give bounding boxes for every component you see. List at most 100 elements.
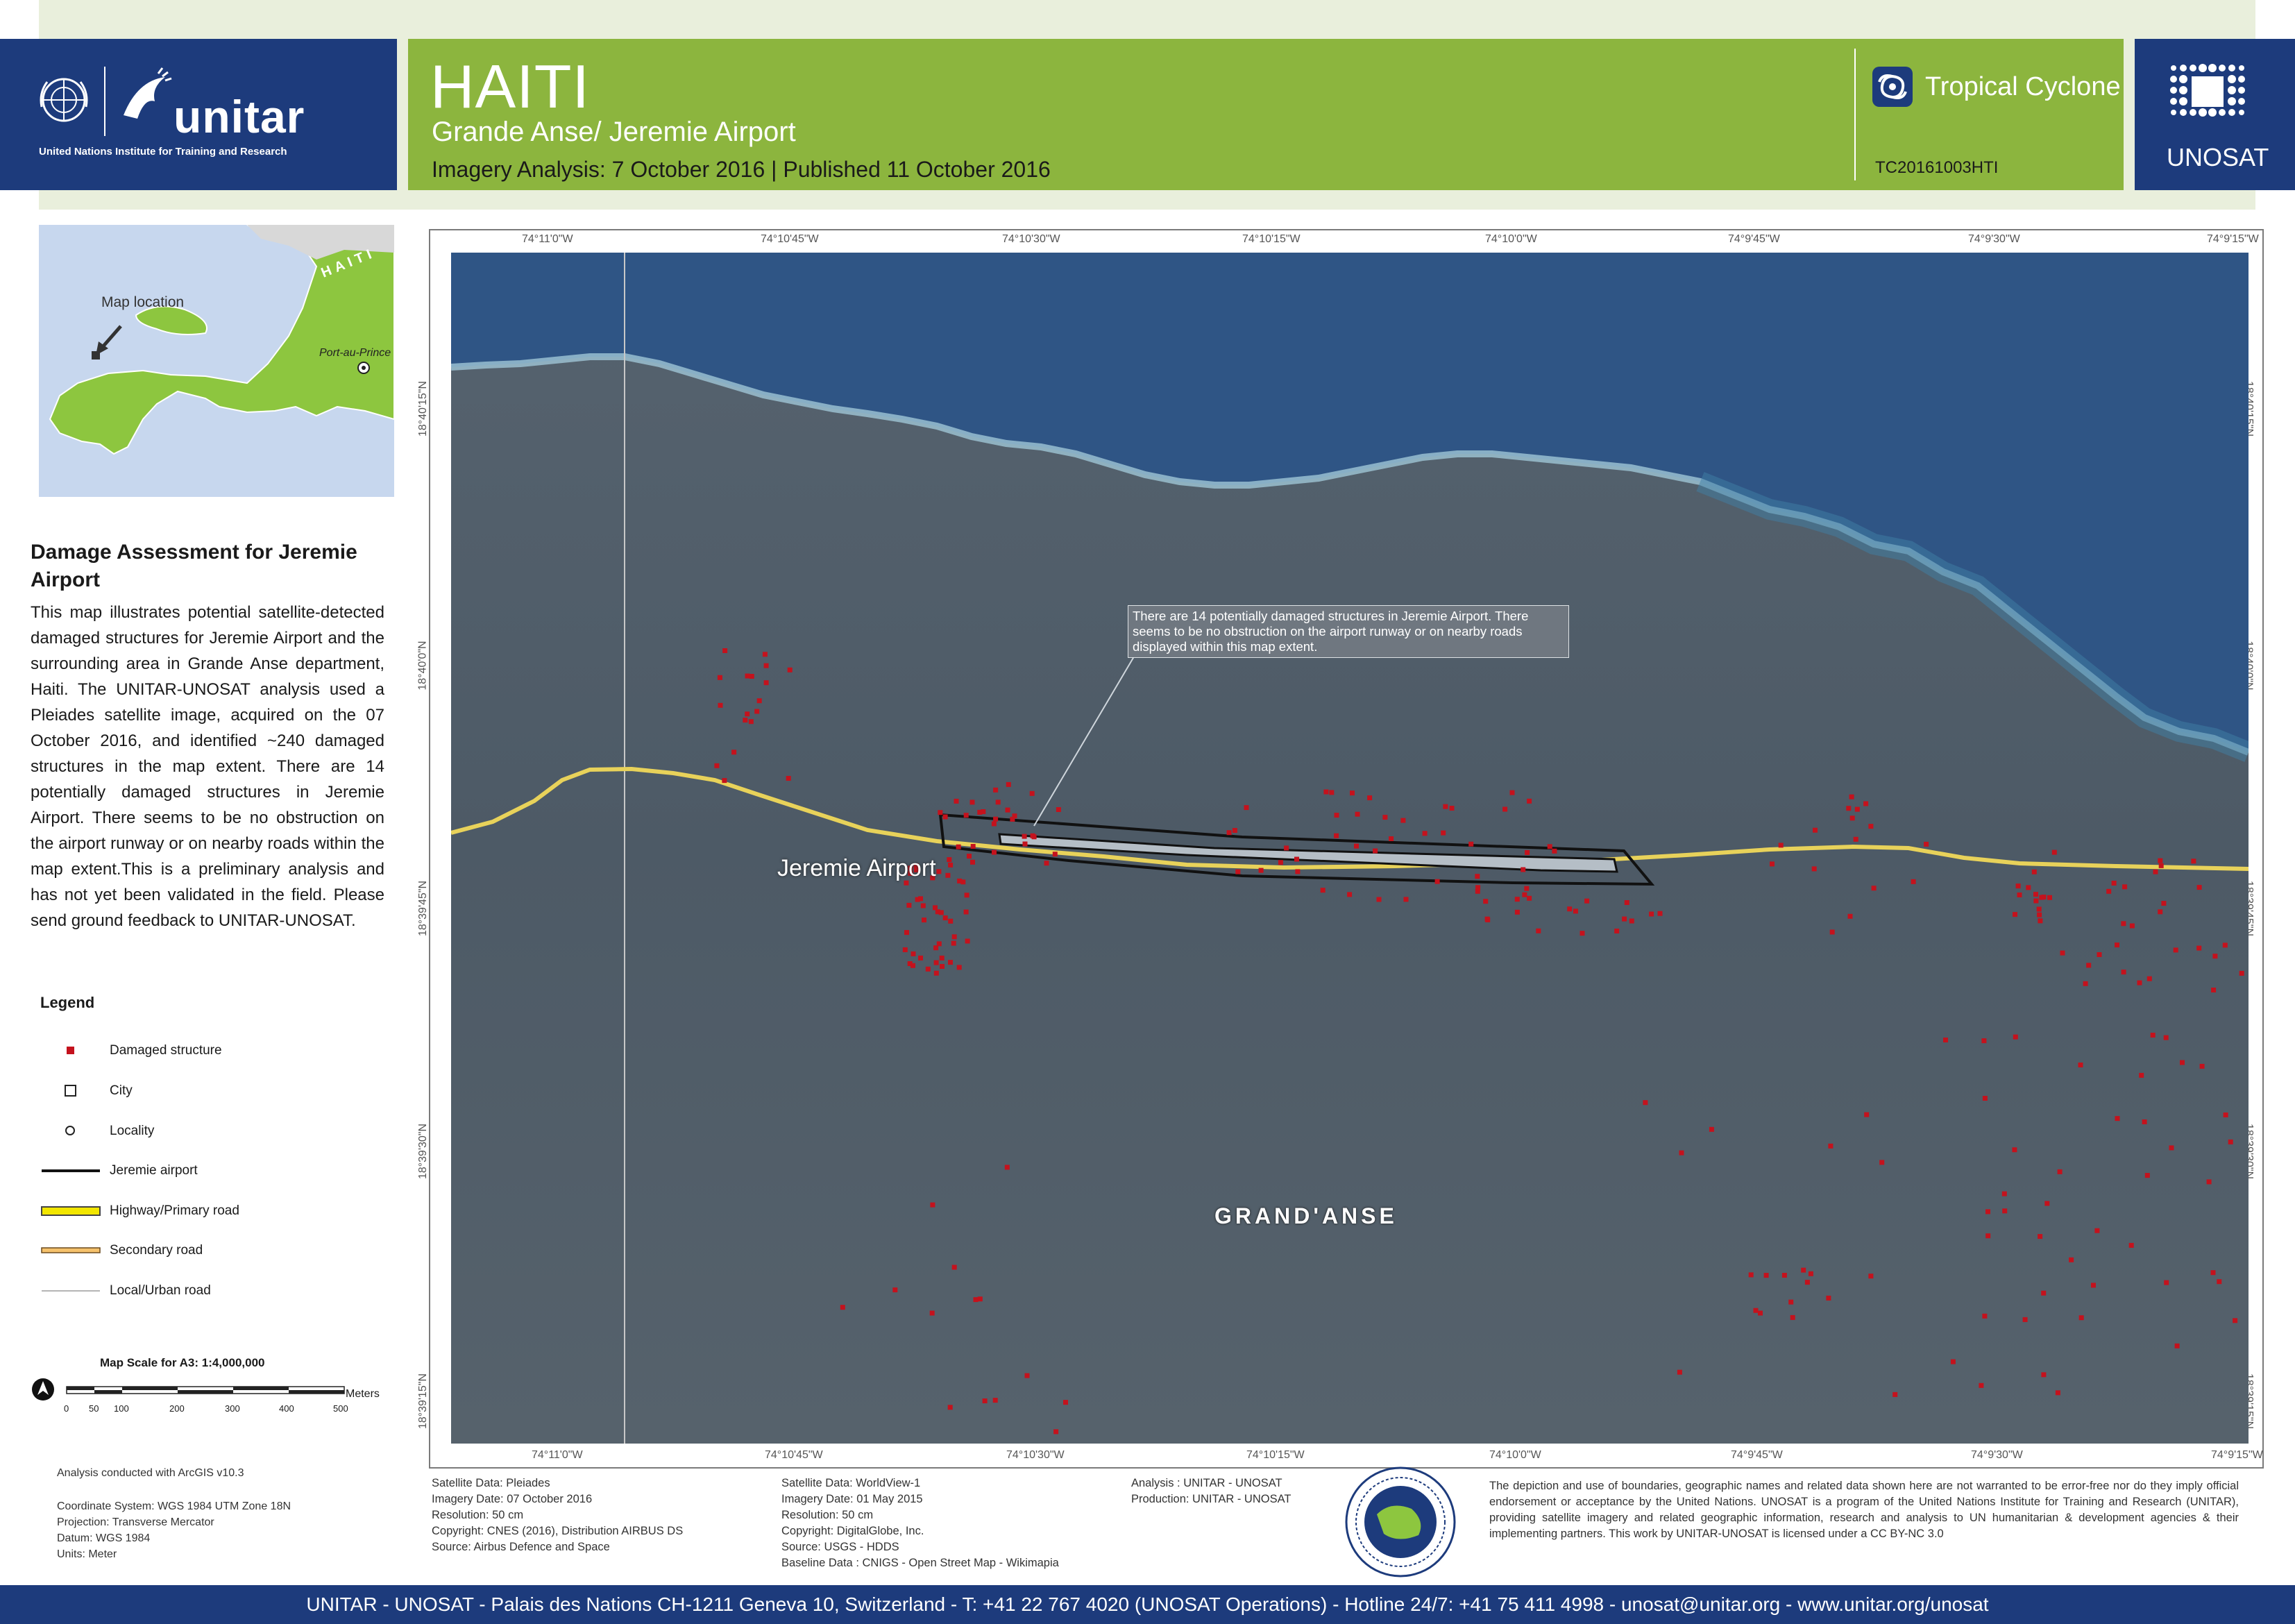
damaged-structure-marker bbox=[2022, 1317, 2028, 1322]
damaged-structure-marker bbox=[1468, 841, 1474, 847]
damaged-structure-marker bbox=[1828, 1143, 1834, 1149]
black-line-icon bbox=[42, 1169, 100, 1172]
damaged-structure-marker bbox=[1846, 806, 1852, 811]
damaged-structure-marker bbox=[2223, 1113, 2228, 1117]
damaged-structure-marker bbox=[1813, 827, 1818, 833]
damaged-structure-marker bbox=[993, 787, 999, 793]
damaged-structure-marker bbox=[2038, 1234, 2043, 1240]
units: Units: Meter bbox=[57, 1548, 117, 1560]
damaged-structure-marker bbox=[965, 938, 970, 944]
damaged-structure-marker bbox=[1788, 1299, 1794, 1305]
damaged-structure-marker bbox=[2142, 1119, 2147, 1124]
damaged-structure-marker bbox=[995, 800, 1001, 805]
damaged-structure-marker bbox=[1643, 1100, 1648, 1106]
damaged-structure-marker bbox=[762, 652, 768, 657]
north-arrow-icon bbox=[32, 1378, 54, 1401]
source-column-1: Satellite Data: Pleiades Imagery Date: 0… bbox=[432, 1475, 683, 1555]
damaged-structure-marker bbox=[970, 844, 976, 849]
grey-line-icon bbox=[42, 1290, 100, 1292]
damaged-structure-marker bbox=[1449, 806, 1455, 811]
lon-tick-top: 74°9'15"W bbox=[2207, 233, 2259, 245]
damaged-structure-marker bbox=[940, 964, 945, 969]
source-line: Analysis : UNITAR - UNOSAT bbox=[1131, 1477, 1282, 1489]
damaged-structure-marker bbox=[922, 917, 926, 923]
damaged-structure-marker bbox=[904, 930, 909, 936]
legend-title: Legend bbox=[40, 994, 95, 1011]
source-line: Imagery Date: 01 May 2015 bbox=[781, 1493, 923, 1505]
damaged-structure-marker bbox=[1329, 790, 1335, 795]
damaged-structure-marker bbox=[2121, 970, 2126, 975]
damaged-structure-marker bbox=[1981, 1038, 1987, 1044]
damaged-structure-marker bbox=[2001, 1191, 2007, 1196]
damaged-structure-marker bbox=[948, 960, 953, 965]
legend-item-city: City bbox=[39, 1077, 358, 1105]
lon-tick-top: 74°10'0"W bbox=[1485, 233, 1537, 245]
damaged-structure-marker bbox=[1863, 801, 1869, 806]
scale-tick-label: 400 bbox=[279, 1403, 294, 1414]
legend-item-local-road: Local/Urban road bbox=[39, 1277, 358, 1305]
source-line: Baseline Data : CNIGS - Open Street Map … bbox=[781, 1557, 1059, 1569]
scale-bar bbox=[66, 1386, 345, 1394]
legend-item-jeremie-airport: Jeremie airport bbox=[39, 1157, 358, 1185]
damaged-structure-marker bbox=[933, 960, 939, 965]
damaged-structure-marker bbox=[2174, 1343, 2180, 1348]
damaged-structure-marker bbox=[1624, 900, 1629, 905]
damaged-structure-marker bbox=[2047, 895, 2052, 900]
damaged-structure-marker bbox=[2211, 988, 2217, 992]
damaged-structure-marker bbox=[973, 1297, 979, 1303]
damaged-structure-marker bbox=[1547, 844, 1552, 849]
damaged-structure-marker bbox=[2180, 1060, 2185, 1065]
damaged-structure-marker bbox=[748, 719, 754, 725]
datum: Datum: WGS 1984 bbox=[57, 1532, 151, 1544]
damaged-structure-marker bbox=[2078, 1315, 2084, 1321]
damaged-structure-marker bbox=[951, 940, 956, 946]
damaged-structure-marker bbox=[756, 698, 762, 704]
scale-tick-label: 500 bbox=[333, 1403, 348, 1414]
damaged-structure-marker bbox=[918, 955, 923, 961]
damaged-structure-marker bbox=[2150, 1033, 2156, 1038]
damaged-structure-marker bbox=[2106, 888, 2112, 894]
damaged-structure-marker bbox=[906, 902, 912, 908]
disclaimer: The depiction and use of boundaries, geo… bbox=[1489, 1480, 2239, 1540]
un-emblem-icon bbox=[40, 78, 88, 122]
hollow-circle-icon bbox=[65, 1126, 75, 1135]
damaged-structure-marker bbox=[2144, 1173, 2150, 1178]
panel-title: Damage Assessment for Jeremie Airport bbox=[31, 541, 357, 591]
lon-tick-top: 74°9'30"W bbox=[1968, 233, 2020, 245]
damaged-structure-marker bbox=[1892, 1392, 1898, 1397]
damaged-structure-marker bbox=[930, 1202, 935, 1208]
source-line: Source: Airbus Defence and Space bbox=[432, 1541, 610, 1553]
software-note: Analysis conducted with ArcGIS v10.3 bbox=[57, 1467, 244, 1479]
damaged-structure-marker bbox=[1657, 911, 1663, 916]
damaged-structure-marker bbox=[1294, 856, 1299, 862]
unosat-dots-icon bbox=[2170, 64, 2245, 117]
analysis-callout: There are 14 potentially damaged structu… bbox=[1128, 605, 1569, 658]
damaged-structure-marker bbox=[1354, 843, 1359, 849]
damaged-structure-marker bbox=[1753, 1308, 1759, 1313]
damaged-structure-marker bbox=[1854, 806, 1860, 812]
satellite-map[interactable]: There are 14 potentially damaged structu… bbox=[451, 253, 2249, 1444]
hollow-square-icon bbox=[65, 1085, 76, 1097]
damaged-structure-marker bbox=[2212, 954, 2218, 959]
damaged-structure-marker bbox=[2041, 1290, 2047, 1296]
damaged-structure-marker bbox=[1235, 869, 1241, 874]
damaged-structure-marker bbox=[1871, 886, 1877, 891]
damaged-structure-marker bbox=[1943, 1038, 1948, 1042]
damaged-structure-marker bbox=[749, 674, 754, 679]
location-inset-map: Map location HAITI Port-au-Prince bbox=[39, 225, 394, 497]
damaged-structure-marker bbox=[2158, 858, 2163, 863]
damaged-structure-marker bbox=[969, 800, 975, 805]
damaged-structure-marker bbox=[1373, 848, 1378, 854]
damaged-structure-marker bbox=[1629, 918, 1634, 924]
damaged-structure-marker bbox=[915, 897, 920, 902]
damaged-structure-marker bbox=[2146, 976, 2152, 981]
damaged-structure-marker bbox=[745, 711, 750, 717]
scale-tick-label: 0 bbox=[64, 1403, 69, 1414]
damaged-structure-marker bbox=[2158, 863, 2164, 868]
damaged-structure-marker bbox=[942, 915, 948, 921]
lat-tick-left: 18°40'0"N bbox=[416, 641, 429, 691]
damaged-structure-marker bbox=[1527, 895, 1532, 901]
damaged-structure-marker bbox=[2002, 1208, 2008, 1214]
yellow-line-icon bbox=[41, 1206, 101, 1216]
damaged-structure-marker bbox=[2111, 881, 2117, 886]
